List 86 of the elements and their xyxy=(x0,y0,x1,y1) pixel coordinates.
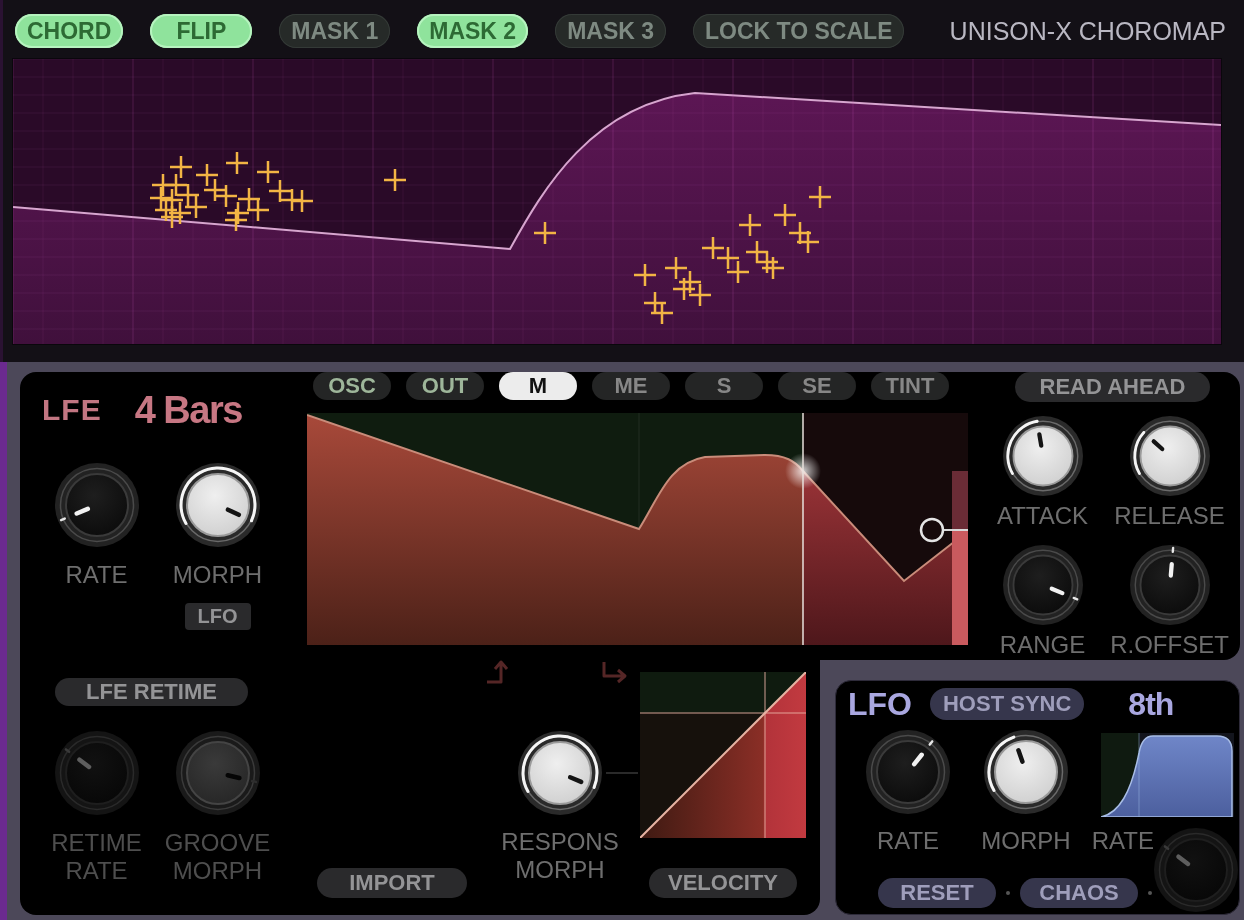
knob-label: RETIME RATE xyxy=(50,829,143,885)
knob-label: RESPONS MORPH xyxy=(500,828,620,884)
cross-marker xyxy=(163,172,189,198)
cross-marker xyxy=(236,186,262,212)
import-button[interactable]: IMPORT xyxy=(317,868,467,898)
toggle-button[interactable]: FLIP xyxy=(150,14,253,48)
tab[interactable]: SE xyxy=(778,372,856,400)
cross-marker xyxy=(787,220,813,246)
tab[interactable]: M xyxy=(499,372,577,400)
toggle-button[interactable]: MASK 1 xyxy=(279,14,391,48)
knob-label: MORPH xyxy=(172,561,263,589)
cross-marker xyxy=(175,182,201,208)
cross-marker xyxy=(807,184,833,210)
cross-marker xyxy=(255,159,281,185)
retime-button[interactable]: LFE RETIME xyxy=(55,678,248,706)
toggle-button[interactable]: MASK 2 xyxy=(417,14,529,48)
cross-marker xyxy=(532,220,558,246)
section-title: LFE xyxy=(42,395,102,425)
cross-marker xyxy=(223,207,249,233)
cross-marker xyxy=(159,204,185,230)
cross-marker xyxy=(725,259,751,285)
toggle-button[interactable]: CHORD xyxy=(15,14,124,48)
velocity-button[interactable]: VELOCITY xyxy=(649,868,797,898)
turn-up-arrow-icon xyxy=(485,660,511,685)
cross-marker xyxy=(267,178,293,204)
cross-marker xyxy=(224,150,250,176)
curve-handle[interactable] xyxy=(919,517,968,543)
cross-marker xyxy=(671,276,697,302)
cross-marker xyxy=(183,194,209,220)
knob-label: RATE xyxy=(65,561,128,589)
division-value: 8th xyxy=(1128,688,1174,720)
cross-marker xyxy=(167,200,193,226)
cross-marker xyxy=(700,235,726,261)
plugin-title: UNISON-X CHOROMAP xyxy=(949,16,1226,46)
knob-label: RATE xyxy=(876,827,940,855)
cross-marker xyxy=(687,282,713,308)
cross-marker xyxy=(795,229,821,255)
knob[interactable] xyxy=(1002,416,1083,496)
turn-right-arrow-icon xyxy=(600,660,628,685)
tab[interactable]: S xyxy=(685,372,763,400)
lfo-action-button[interactable]: CHAOS xyxy=(1020,878,1138,909)
knob-label: RANGE xyxy=(999,631,1086,659)
envelope-graph[interactable] xyxy=(307,413,968,645)
knob-label: MORPH xyxy=(981,827,1071,855)
cross-marker xyxy=(715,245,741,271)
knob-label: ATTACK xyxy=(996,502,1089,530)
tab[interactable]: ME xyxy=(592,372,670,400)
section-title: LFO xyxy=(848,688,912,720)
cross-marker xyxy=(148,185,174,211)
cross-marker xyxy=(213,183,239,209)
tab[interactable]: OSC xyxy=(313,372,391,400)
knob[interactable] xyxy=(518,731,602,815)
host-sync-button[interactable]: HOST SYNC xyxy=(930,688,1085,720)
connector-line xyxy=(606,772,638,774)
lfo-button[interactable]: LFO xyxy=(184,603,251,630)
cross-marker xyxy=(245,197,271,223)
toggle-button[interactable]: LOCK TO SCALE xyxy=(693,14,905,48)
lfo-shape-drawing[interactable] xyxy=(1101,733,1234,817)
knob[interactable] xyxy=(1129,416,1210,496)
cross-marker xyxy=(168,154,194,180)
lfo-action-button[interactable]: RESET xyxy=(878,878,996,909)
dot-icon xyxy=(1006,891,1010,896)
knob-label: R.OFFSET xyxy=(1110,631,1229,659)
cross-marker xyxy=(754,249,780,275)
tab[interactable]: TINT xyxy=(871,372,949,400)
read-ahead-button[interactable]: READ AHEAD xyxy=(1015,372,1210,402)
knob-label: RATE xyxy=(1091,827,1154,855)
cross-marker xyxy=(772,202,798,228)
knob-label: GROOVE MORPH xyxy=(163,829,272,885)
cross-marker xyxy=(202,177,228,203)
knob[interactable] xyxy=(984,730,1068,814)
cross-marker xyxy=(737,212,763,238)
cross-marker xyxy=(225,200,251,226)
cross-marker xyxy=(760,255,786,281)
cross-marker xyxy=(632,262,658,288)
toggle-button[interactable]: MASK 3 xyxy=(555,14,667,48)
knob-label: RELEASE xyxy=(1114,502,1225,530)
cross-marker xyxy=(677,269,703,295)
tab[interactable]: OUT xyxy=(406,372,484,400)
dot-icon xyxy=(1148,891,1152,896)
cross-marker xyxy=(663,255,689,281)
cross-marker xyxy=(194,162,220,188)
cross-marker xyxy=(382,167,408,193)
length-value: 4 Bars xyxy=(134,391,242,429)
velocity-curve-drawing[interactable] xyxy=(640,672,806,838)
knob[interactable] xyxy=(175,463,260,547)
